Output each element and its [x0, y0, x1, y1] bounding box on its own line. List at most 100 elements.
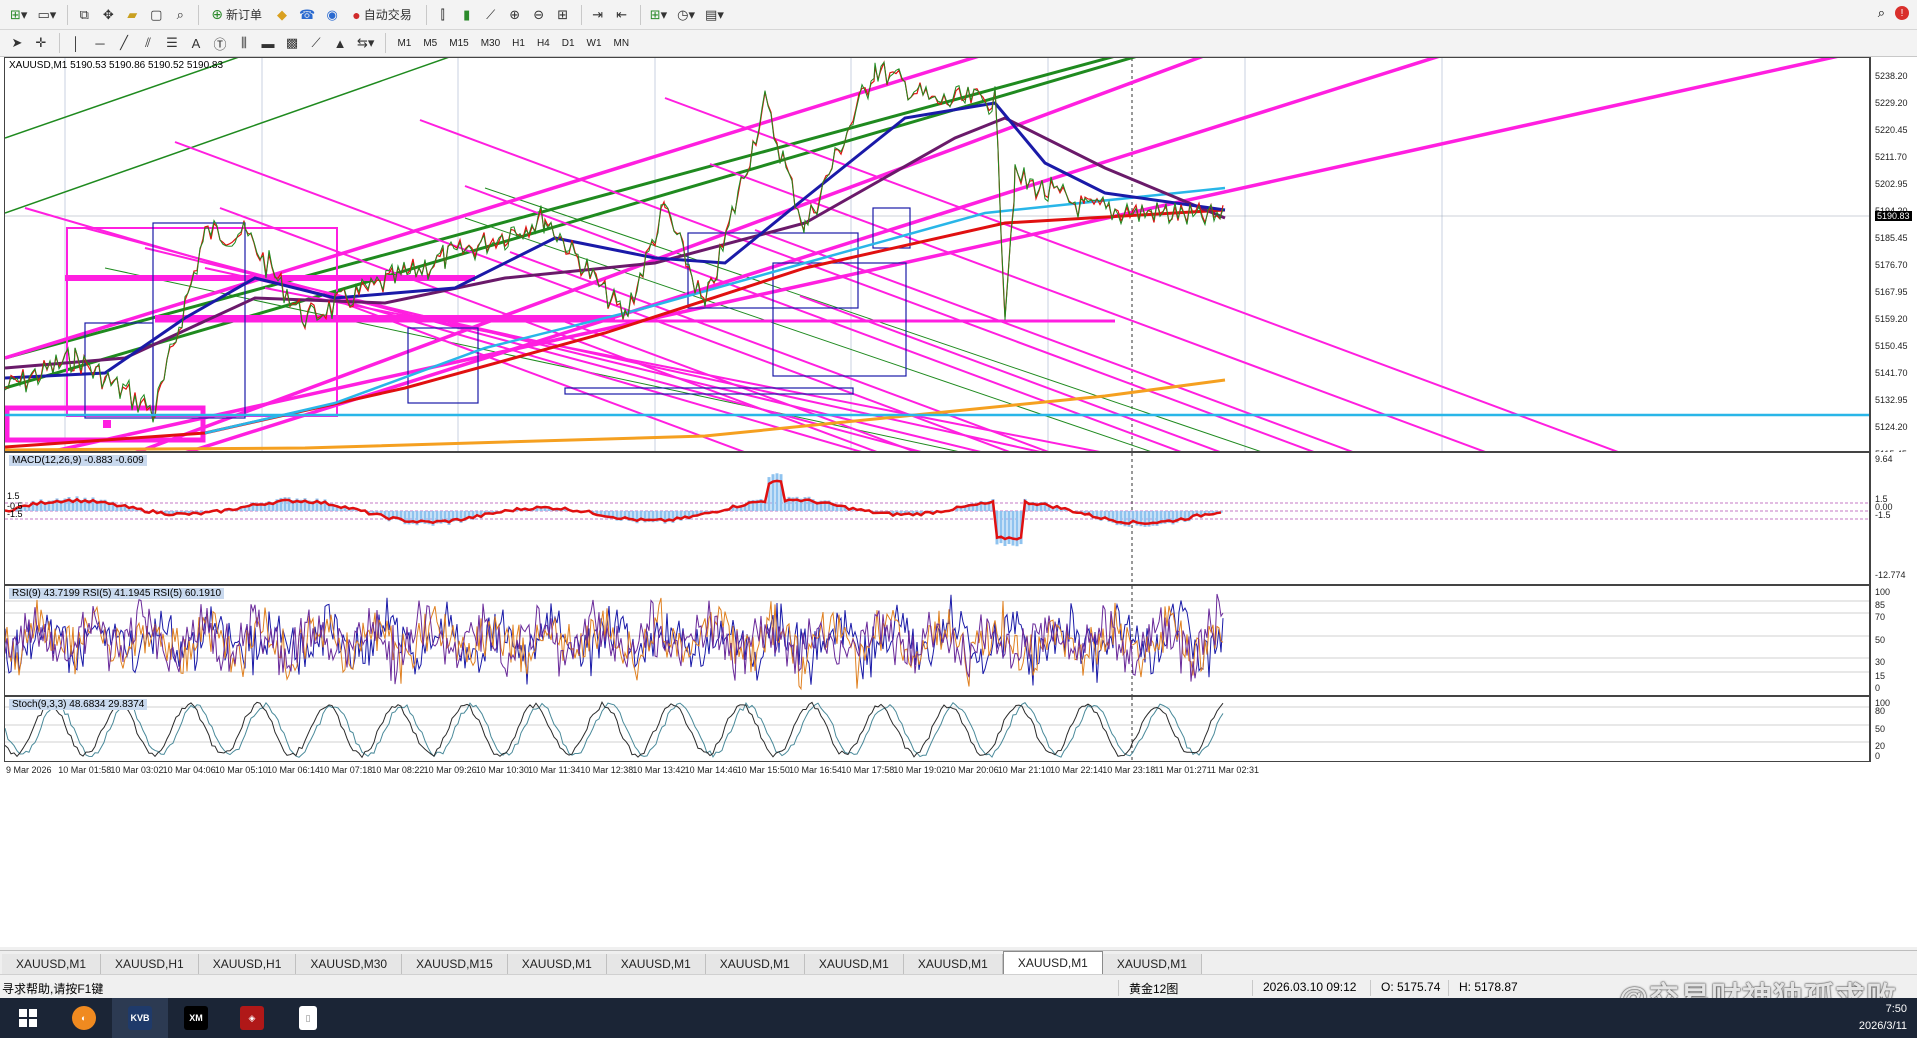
auto-trading-button[interactable]: ● 自动交易 [345, 4, 418, 26]
timeframe-d1[interactable]: D1 [556, 33, 581, 53]
chart-tab[interactable]: XAUUSD,M1 [804, 954, 904, 974]
zoom-in-button[interactable]: ⊕ [504, 4, 526, 26]
timeframe-mn[interactable]: MN [608, 33, 636, 53]
stoch-pane[interactable]: Stoch(9,3,3) 48.6834 29.8374 [4, 696, 1870, 762]
symbol-header: XAUUSD,M1 5190.53 5190.86 5190.52 5190.8… [9, 60, 224, 71]
indicators-button[interactable]: ⊞ ▾ [646, 4, 671, 26]
rsi-pane[interactable]: RSI(9) 43.7199 RSI(5) 41.1945 RSI(5) 60.… [4, 585, 1870, 696]
new-order-button[interactable]: ⊕ 新订单 [204, 4, 269, 26]
data-window-button[interactable]: ✥ [97, 4, 119, 26]
price-tick: 5132.95 [1875, 395, 1908, 405]
system-clock[interactable]: 7:50 2026/3/11 [1859, 1001, 1907, 1035]
stoch-canvas[interactable] [5, 697, 1870, 762]
price-axis[interactable]: 5238.205229.205220.455211.705202.955194.… [1870, 57, 1917, 459]
templates-button[interactable]: ▤ ▾ [701, 4, 728, 26]
pitchfork-tool[interactable]: ⟋ [305, 32, 327, 54]
candlestick-button[interactable]: ▮ [456, 4, 478, 26]
search-icon[interactable]: ⌕ [1878, 5, 1885, 21]
price-tick: 5202.95 [1875, 179, 1908, 189]
price-chart-canvas[interactable] [5, 58, 1870, 452]
bar-chart-button[interactable]: ⫿ [432, 4, 454, 26]
timeframe-h1[interactable]: H1 [506, 33, 531, 53]
tester-button[interactable]: ⌕ [169, 4, 191, 26]
vertical-line-icon: │ [71, 35, 81, 51]
triangle-tool[interactable]: ▲ [329, 32, 351, 54]
chart-tab[interactable]: XAUUSD,M1 [606, 954, 706, 974]
windows-logo-icon [19, 1009, 37, 1027]
navigator-button[interactable]: ▰ [121, 4, 143, 26]
timeframe-w1[interactable]: W1 [581, 33, 608, 53]
chart-tab[interactable]: XAUUSD,M1 [1002, 951, 1103, 974]
price-pane[interactable]: XAUUSD,M1 5190.53 5190.86 5190.52 5190.8… [4, 57, 1870, 452]
macd-canvas[interactable] [5, 453, 1870, 585]
zoom-out-button[interactable]: ⊖ [528, 4, 550, 26]
gann-tool[interactable]: ⫼ [233, 32, 255, 54]
auto-scroll-button[interactable]: ⇥ [587, 4, 609, 26]
line-chart-button[interactable]: ⟋ [480, 4, 502, 26]
timeframe-m15[interactable]: M15 [443, 33, 474, 53]
macd-pane[interactable]: MACD(12,26,9) -0.883 -0.609 1.5 -0.5 -1.5 [4, 452, 1870, 585]
bar-open: O: 5175.74 [1370, 980, 1440, 996]
horizontal-line-tool[interactable]: ─ [89, 32, 111, 54]
taskbar-app-kvb[interactable]: KVB [112, 998, 168, 1038]
chart-tab[interactable]: XAUUSD,M1 [507, 954, 607, 974]
folder-icon: ▰ [127, 6, 138, 22]
tile-icon: ⊞ [557, 6, 569, 22]
chart-shift-button[interactable]: ⇤ [611, 4, 633, 26]
chart-tab[interactable]: XAUUSD,M1 [705, 954, 805, 974]
price-tick: 5150.45 [1875, 341, 1908, 351]
gann-icon: ⫼ [241, 35, 247, 50]
metaeditor-button[interactable]: ◆ [271, 4, 293, 26]
trendline-tool[interactable]: ╱ [113, 32, 135, 54]
chart-tab[interactable]: XAUUSD,H1 [198, 954, 297, 974]
timeframe-m1[interactable]: M1 [391, 33, 417, 53]
grid-icon: ▩ [285, 35, 299, 50]
chart-shift-icon: ⇤ [616, 6, 628, 22]
horizontal-line-icon: ─ [95, 35, 105, 51]
crosshair-tool[interactable]: ✛ [30, 32, 52, 54]
chart-tab[interactable]: XAUUSD,M1 [1102, 954, 1202, 974]
timeframe-m5[interactable]: M5 [417, 33, 443, 53]
chat-button[interactable]: ☎ [295, 4, 319, 26]
timeframe-m30[interactable]: M30 [475, 33, 506, 53]
new-order-icon: ⊕ [211, 6, 223, 22]
axis-tick: 9.64 [1875, 454, 1893, 464]
vertical-line-tool[interactable]: │ [65, 32, 87, 54]
time-tick: 10 Mar 22:14 [1050, 765, 1104, 775]
terminal-button[interactable]: ▢ [145, 4, 167, 26]
orange-app-icon: ◐ [72, 1006, 96, 1030]
clock-icon: ◷ [677, 6, 689, 22]
chart-tab[interactable]: XAUUSD,M15 [402, 954, 508, 974]
channel-tool[interactable]: ⫽ [137, 32, 159, 54]
taskbar-app-1[interactable]: ◐ [56, 998, 112, 1038]
arrows-tool[interactable]: ⇆ ▾ [353, 32, 378, 54]
timeframe-h4[interactable]: H4 [531, 33, 556, 53]
market-watch-button[interactable]: ⧉ [73, 4, 95, 26]
taskbar-app-file[interactable]: ▯ [280, 998, 336, 1038]
notification-icon[interactable]: ! [1895, 6, 1909, 20]
axis-tick: 70 [1875, 612, 1886, 622]
text-tool[interactable]: A [185, 32, 207, 54]
chart-tab[interactable]: XAUUSD,M1 [2, 954, 102, 974]
text-label-tool[interactable]: Ⓣ [209, 32, 231, 54]
fibonacci-tool[interactable]: ☰ [161, 32, 183, 54]
periods-button[interactable]: ◷ ▾ [673, 4, 699, 26]
time-tick: 11 Mar 02:31 [1206, 765, 1259, 775]
kvb-app-icon: KVB [128, 1006, 152, 1030]
taskbar-app-xm[interactable]: XM [168, 998, 224, 1038]
grid-tool[interactable]: ▩ [281, 32, 303, 54]
chart-tab[interactable]: XAUUSD,M1 [903, 954, 1003, 974]
rsi-canvas[interactable] [5, 586, 1870, 696]
new-chart-button[interactable]: ⊞ ▾ [6, 4, 31, 26]
bar-datetime: 2026.03.10 09:12 [1252, 980, 1356, 996]
start-button[interactable] [0, 998, 56, 1038]
taskbar-app-red[interactable]: ◈ [224, 998, 280, 1038]
axis-tick: 0 [1875, 751, 1881, 761]
tile-windows-button[interactable]: ⊞ [552, 4, 574, 26]
profiles-button[interactable]: ▭ ▾ [33, 4, 60, 26]
cursor-tool[interactable]: ➤ [6, 32, 28, 54]
chart-tab[interactable]: XAUUSD,H1 [101, 954, 199, 974]
chart-tab[interactable]: XAUUSD,M30 [296, 954, 403, 974]
rectangle-tool[interactable]: ▬ [257, 32, 279, 54]
signals-button[interactable]: ◉ [321, 4, 343, 26]
